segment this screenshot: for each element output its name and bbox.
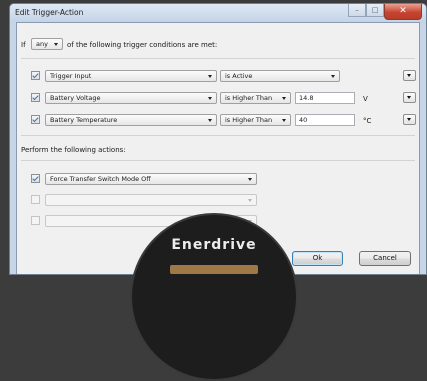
dropdown-arrow-icon (208, 119, 212, 122)
condition-3-checkbox[interactable] (31, 115, 40, 124)
condition-3-operator: is Higher Than (225, 116, 273, 124)
condition-1-field-select[interactable]: Trigger Input (45, 70, 217, 82)
match-mode-value: any (36, 40, 48, 48)
cancel-button[interactable]: Cancel (359, 251, 411, 266)
action-1-select[interactable]: Force Transfer Switch Mode Off (45, 173, 257, 185)
divider (21, 135, 415, 136)
dropdown-arrow-icon (248, 199, 252, 202)
action-2-select[interactable] (45, 194, 257, 206)
condition-3-unit: °C (363, 117, 372, 125)
action-2-checkbox[interactable] (31, 195, 40, 204)
condition-1-field: Trigger Input (50, 72, 92, 80)
dropdown-arrow-icon (54, 43, 58, 46)
divider (21, 58, 415, 59)
dropdown-arrow-icon (208, 97, 212, 100)
dropdown-arrow-icon (248, 178, 252, 181)
title-bar[interactable]: Edit Trigger-Action – □ ✕ (10, 4, 426, 22)
condition-prefix-label: If (21, 41, 26, 49)
action-1-value: Force Transfer Switch Mode Off (50, 175, 151, 183)
minimize-icon[interactable]: – (348, 4, 366, 17)
actions-heading: Perform the following actions: (21, 146, 126, 154)
match-mode-select[interactable]: any (31, 38, 63, 50)
enerdrive-logo: Enerdrive (130, 213, 298, 381)
logo-text: Enerdrive (171, 237, 257, 253)
condition-3-value-input[interactable]: 40 (295, 114, 355, 126)
condition-2-menu-button[interactable] (403, 92, 416, 103)
condition-2-field-select[interactable]: Battery Voltage (45, 92, 217, 104)
condition-2-value-input[interactable]: 14.8 (295, 92, 355, 104)
condition-suffix-label: of the following trigger conditions are … (67, 41, 218, 49)
condition-2-operator: is Higher Than (225, 94, 273, 102)
dropdown-arrow-icon (282, 97, 286, 100)
condition-1-operator-select[interactable]: is Active (220, 70, 340, 82)
maximize-icon[interactable]: □ (366, 4, 384, 17)
condition-3-field-select[interactable]: Battery Temperature (45, 114, 217, 126)
condition-2-field: Battery Voltage (50, 94, 101, 102)
condition-2-operator-select[interactable]: is Higher Than (220, 92, 291, 104)
ok-button[interactable]: Ok (292, 251, 343, 266)
condition-3-field: Battery Temperature (50, 116, 118, 124)
dropdown-arrow-icon (208, 75, 212, 78)
action-3-checkbox[interactable] (31, 216, 40, 225)
condition-1-checkbox[interactable] (31, 71, 40, 80)
condition-1-menu-button[interactable] (403, 70, 416, 81)
action-1-checkbox[interactable] (31, 174, 40, 183)
close-icon[interactable]: ✕ (384, 4, 422, 20)
condition-2-checkbox[interactable] (31, 93, 40, 102)
dropdown-arrow-icon (331, 75, 335, 78)
logo-subline (170, 265, 258, 274)
condition-2-unit: V (363, 95, 368, 103)
condition-3-menu-button[interactable] (403, 114, 416, 125)
condition-3-operator-select[interactable]: is Higher Than (220, 114, 291, 126)
divider (21, 160, 415, 161)
window-title: Edit Trigger-Action (15, 8, 84, 17)
window-controls: – □ ✕ (348, 4, 422, 20)
condition-1-operator: is Active (225, 72, 253, 80)
dropdown-arrow-icon (282, 119, 286, 122)
